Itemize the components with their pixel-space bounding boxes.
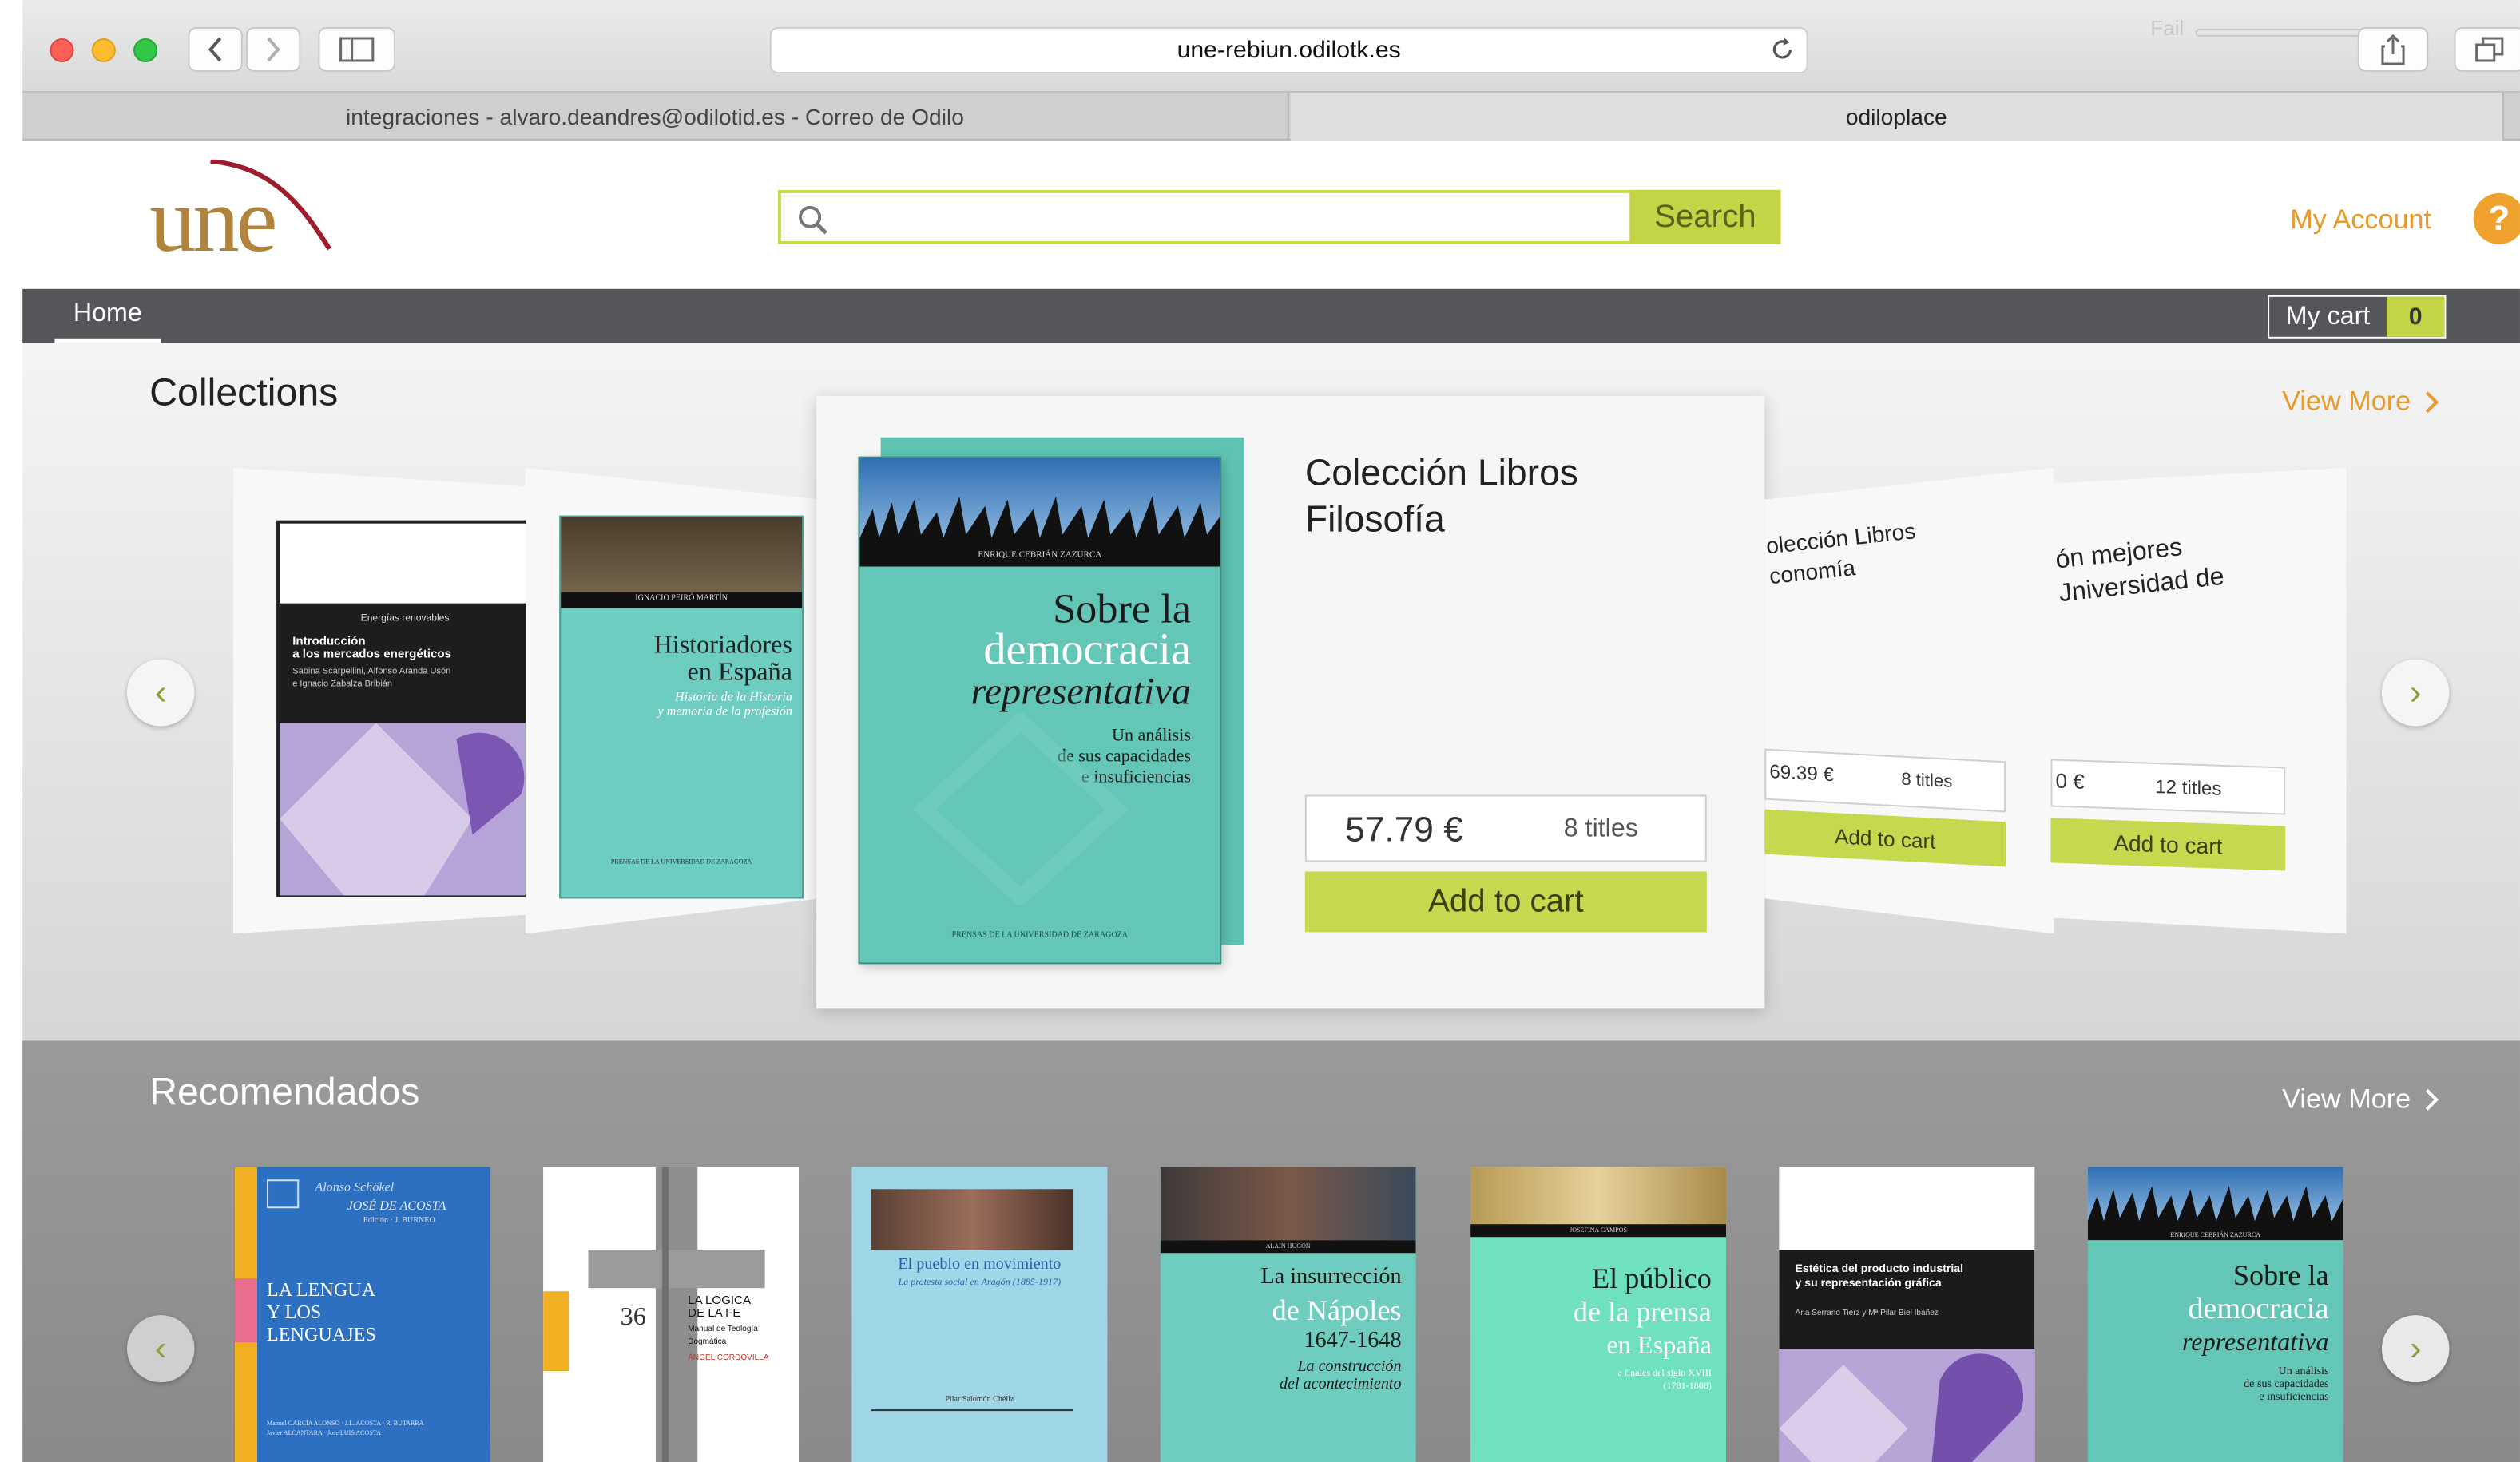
reload-icon[interactable] xyxy=(1768,35,1796,72)
cover-art-shapes xyxy=(280,723,530,896)
chevron-right-icon: › xyxy=(2409,1328,2422,1369)
my-cart-button[interactable]: My cart 0 xyxy=(2268,295,2447,339)
tabs-icon xyxy=(2475,37,2504,62)
recomendados-view-more[interactable]: View More xyxy=(2282,1084,2439,1115)
search-input[interactable] xyxy=(839,196,1611,238)
back-button[interactable] xyxy=(188,26,243,72)
book-la-insurreccion-de-napoles[interactable]: ALAIN HUGON La insurrección de Nápoles 1… xyxy=(1160,1167,1416,1462)
url-text: une-rebiun.odilotk.es xyxy=(1177,36,1401,64)
featured-price: 57.79 € xyxy=(1345,809,1463,850)
cart-count-badge: 0 xyxy=(2386,296,2445,337)
help-icon[interactable]: ? xyxy=(2473,192,2520,244)
collections-view-more[interactable]: View More xyxy=(2282,386,2439,418)
cover-painting xyxy=(1160,1167,1416,1241)
recomendados-title: Recomendados xyxy=(149,1071,420,1115)
book-cover-democracia[interactable]: ENRIQUE CEBRIÁN ZAZURCA Sobre la democra… xyxy=(858,456,1222,965)
featured-collection-title[interactable]: Colección Libros Filosofía xyxy=(1305,450,1578,543)
collection-card-featured: ENRIQUE CEBRIÁN ZAZURCA Sobre la democra… xyxy=(816,395,1765,1009)
cover-photo xyxy=(871,1189,1074,1250)
book-el-publico-de-la-prensa[interactable]: JOSEFINA CAMPOS El público de la prensa … xyxy=(1470,1167,1726,1462)
tabs-overview-button[interactable] xyxy=(2454,26,2520,72)
forward-button[interactable] xyxy=(245,26,301,72)
tab-correo[interactable]: integraciones - alvaro.deandres@odilotid… xyxy=(22,92,1289,141)
chevron-right-icon xyxy=(2425,391,2439,414)
une-logo[interactable]: une xyxy=(149,159,359,275)
chevron-right-icon: › xyxy=(2409,672,2422,712)
recomendados-next-button[interactable]: › xyxy=(2381,1315,2450,1383)
publisher-logo-icon xyxy=(267,1179,300,1209)
tab-odiloplace[interactable]: odiloplace xyxy=(1290,92,2504,141)
chevron-left-icon: ‹ xyxy=(154,1328,167,1369)
share-button[interactable] xyxy=(2357,26,2429,72)
collections-title: Collections xyxy=(149,371,339,415)
chevron-right-icon xyxy=(2425,1088,2439,1111)
sidebar-toggle-button[interactable] xyxy=(318,26,395,72)
mejores-add-to-cart-button[interactable]: Add to cart xyxy=(2050,818,2286,871)
browser-tab-bar: integraciones - alvaro.deandres@odilotid… xyxy=(22,92,2520,141)
zoom-window-icon[interactable] xyxy=(133,38,158,62)
nav-home[interactable]: Home xyxy=(54,289,161,343)
chevron-right-icon xyxy=(267,37,280,62)
collections-next-button[interactable]: › xyxy=(2381,659,2450,727)
address-bar[interactable]: une-rebiun.odilotk.es xyxy=(769,26,1808,73)
collections-prev-button[interactable]: ‹ xyxy=(126,659,195,727)
collection-card-historia[interactable]: IGNACIO PEIRÓ MARTÍN Historiadores en Es… xyxy=(525,467,820,934)
main-nav: Home My cart 0 xyxy=(22,288,2520,343)
cover-newspaper-image xyxy=(1470,1167,1726,1228)
collection-card-energy[interactable]: Energías renovables Introducción a los m… xyxy=(232,467,530,934)
book-cover-energia[interactable]: Energías renovables Introducción a los m… xyxy=(276,520,530,897)
chevron-left-icon: ‹ xyxy=(154,672,167,712)
book-sobre-la-democracia[interactable]: ENRIQUE CEBRIÁN ZAZURCA Sobre la democra… xyxy=(2087,1167,2343,1462)
book-el-pueblo-en-movimiento[interactable]: El pueblo en movimiento La protesta soci… xyxy=(851,1167,1108,1462)
logo-swoosh-icon xyxy=(210,159,332,251)
economia-add-to-cart-button[interactable]: Add to cart xyxy=(1764,809,2006,867)
book-cover-historiadores[interactable]: IGNACIO PEIRÓ MARTÍN Historiadores en Es… xyxy=(559,515,804,899)
featured-titles-count: 8 titles xyxy=(1563,815,1638,843)
cover-watermark-star xyxy=(912,713,1129,905)
sidebar-icon xyxy=(339,37,375,62)
recomendados-prev-button[interactable]: ‹ xyxy=(126,1315,195,1383)
featured-add-to-cart-button[interactable]: Add to cart xyxy=(1304,871,1707,933)
share-icon xyxy=(2381,34,2405,65)
collection-card-economia[interactable]: olección Libros conomía 69.39 € 8 titles… xyxy=(1764,467,2054,934)
faint-progress-area: Fail xyxy=(2150,16,2375,57)
chevron-left-icon xyxy=(208,37,222,62)
minimize-window-icon[interactable] xyxy=(91,38,116,62)
search-button[interactable]: Search xyxy=(1629,189,1781,244)
book-la-lengua[interactable]: Alonso Schökel JOSÉ DE ACOSTA Edición · … xyxy=(234,1167,490,1462)
my-account-link[interactable]: My Account xyxy=(2290,204,2431,236)
book-estetica-del-producto[interactable]: Estética del producto industrial y su re… xyxy=(1779,1167,2035,1462)
featured-price-box: 57.79 € 8 titles xyxy=(1304,794,1707,862)
cover-art-shapes xyxy=(1779,1349,2035,1462)
close-window-icon[interactable] xyxy=(50,38,74,62)
search-icon xyxy=(799,205,827,235)
collection-card-mejores[interactable]: ón mejores Jniversidad de 0 € 12 titles … xyxy=(2050,467,2347,934)
book-la-logica-de-la-fe[interactable]: 36 LA LÓGICA DE LA FE Manual de Teología… xyxy=(543,1167,800,1462)
